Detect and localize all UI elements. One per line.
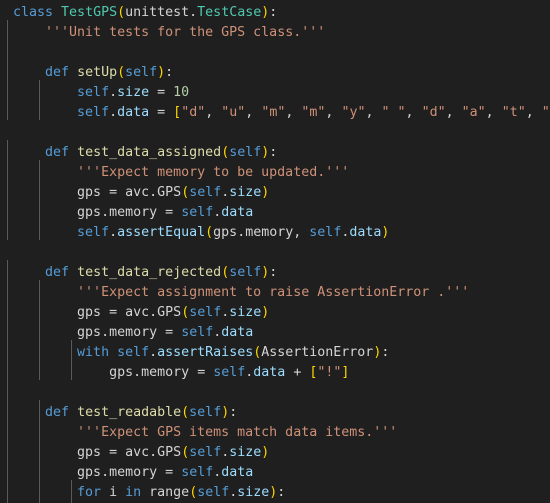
code-line[interactable]: gps.memory = self.data [0, 323, 550, 343]
code-line[interactable]: '''Unit tests for the GPS class.''' [0, 23, 550, 43]
code-line[interactable]: self.size = 10 [0, 83, 550, 103]
code-line[interactable]: '''Expect GPS items match data items.''' [0, 423, 550, 443]
code-line[interactable]: gps = avc.GPS(self.size) [0, 183, 550, 203]
code-line[interactable]: self.assertEqual(gps.memory, self.data) [0, 223, 550, 243]
code-line[interactable]: gps.memory = self.data + ["!"] [0, 363, 550, 383]
code-line-blank[interactable] [0, 123, 550, 143]
code-line[interactable]: def test_data_rejected(self): [0, 263, 550, 283]
code-line[interactable]: def test_readable(self): [0, 403, 550, 423]
code-line-blank[interactable] [0, 43, 550, 63]
code-content[interactable]: class TestGPS(unittest.TestCase): '''Uni… [0, 0, 550, 503]
code-line[interactable]: gps = avc.GPS(self.size) [0, 303, 550, 323]
code-line[interactable]: with self.assertRaises(AssertionError): [0, 343, 550, 363]
code-line[interactable]: '''Expect assignment to raise AssertionE… [0, 283, 550, 303]
code-line[interactable]: gps.memory = self.data [0, 203, 550, 223]
code-line-blank[interactable] [0, 243, 550, 263]
code-line[interactable]: '''Expect memory to be updated.''' [0, 163, 550, 183]
code-line[interactable]: self.data = ["d", "u", "m", "m", "y", " … [0, 103, 550, 123]
code-editor[interactable]: class TestGPS(unittest.TestCase): '''Uni… [0, 0, 550, 503]
code-line[interactable]: def setUp(self): [0, 63, 550, 83]
code-line[interactable]: gps = avc.GPS(self.size) [0, 443, 550, 463]
code-line[interactable]: for i in range(self.size): [0, 483, 550, 503]
code-line[interactable]: class TestGPS(unittest.TestCase): [0, 3, 550, 23]
code-line-blank[interactable] [0, 383, 550, 403]
code-line[interactable]: gps.memory = self.data [0, 463, 550, 483]
code-line[interactable]: def test_data_assigned(self): [0, 143, 550, 163]
